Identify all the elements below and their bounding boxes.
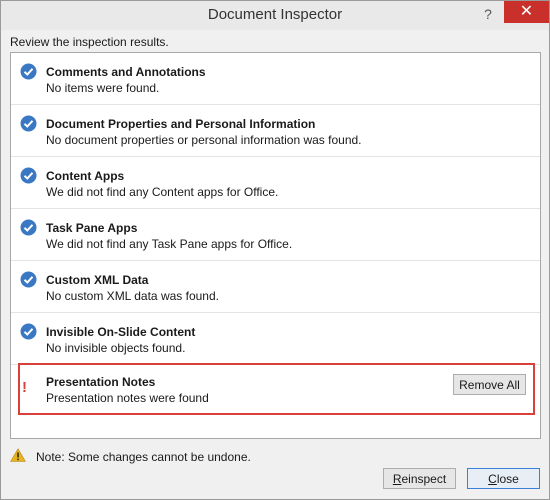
reinspect-label: einspect bbox=[401, 471, 447, 486]
result-content-apps: Content Apps We did not find any Content… bbox=[11, 157, 540, 209]
check-icon bbox=[20, 63, 37, 80]
warning-icon bbox=[10, 448, 26, 462]
document-inspector-dialog: Document Inspector ? ✕ Review the inspec… bbox=[0, 0, 550, 500]
result-description: No items were found. bbox=[46, 81, 160, 95]
result-name: Custom XML Data bbox=[46, 273, 149, 287]
result-comments: Comments and Annotations No items were f… bbox=[11, 53, 540, 105]
check-icon bbox=[20, 323, 37, 340]
results-list[interactable]: Comments and Annotations No items were f… bbox=[10, 52, 541, 439]
result-custom-xml: Custom XML Data No custom XML data was f… bbox=[11, 261, 540, 313]
result-description: No custom XML data was found. bbox=[46, 289, 219, 303]
result-description: No invisible objects found. bbox=[46, 341, 186, 355]
remove-all-button[interactable]: Remove All bbox=[453, 374, 526, 395]
close-button[interactable]: Close bbox=[467, 468, 540, 489]
result-description: No document properties or personal infor… bbox=[46, 133, 362, 147]
result-presentation-notes: ! Presentation Notes Presentation notes … bbox=[18, 363, 535, 415]
exclamation-icon: ! bbox=[22, 379, 27, 396]
result-description: We did not find any Task Pane apps for O… bbox=[46, 237, 293, 251]
result-name: Task Pane Apps bbox=[46, 221, 138, 235]
result-description: Presentation notes were found bbox=[46, 391, 209, 405]
close-window-button[interactable]: ✕ bbox=[504, 1, 549, 23]
check-icon bbox=[20, 115, 37, 132]
result-task-pane-apps: Task Pane Apps We did not find any Task … bbox=[11, 209, 540, 261]
help-button[interactable]: ? bbox=[475, 3, 501, 25]
instruction-text: Review the inspection results. bbox=[10, 35, 169, 49]
close-label: lose bbox=[496, 471, 519, 486]
result-name: Content Apps bbox=[46, 169, 125, 183]
dialog-title: Document Inspector bbox=[207, 6, 343, 23]
result-name: Comments and Annotations bbox=[46, 65, 206, 79]
result-document-properties: Document Properties and Personal Informa… bbox=[11, 105, 540, 157]
result-name: Document Properties and Personal Informa… bbox=[46, 117, 316, 131]
reinspect-button[interactable]: Reinspect bbox=[383, 468, 456, 489]
title-bar: Document Inspector ? ✕ bbox=[1, 1, 549, 30]
result-invisible-content: Invisible On-Slide Content No invisible … bbox=[11, 313, 540, 365]
check-icon bbox=[20, 167, 37, 184]
close-accelerator: C bbox=[488, 471, 497, 486]
check-icon bbox=[20, 219, 37, 236]
result-name: Invisible On-Slide Content bbox=[46, 325, 196, 339]
result-description: We did not find any Content apps for Off… bbox=[46, 185, 279, 199]
check-icon bbox=[20, 271, 37, 288]
result-name: Presentation Notes bbox=[46, 375, 156, 389]
note-text: Note: Some changes cannot be undone. bbox=[36, 450, 251, 464]
